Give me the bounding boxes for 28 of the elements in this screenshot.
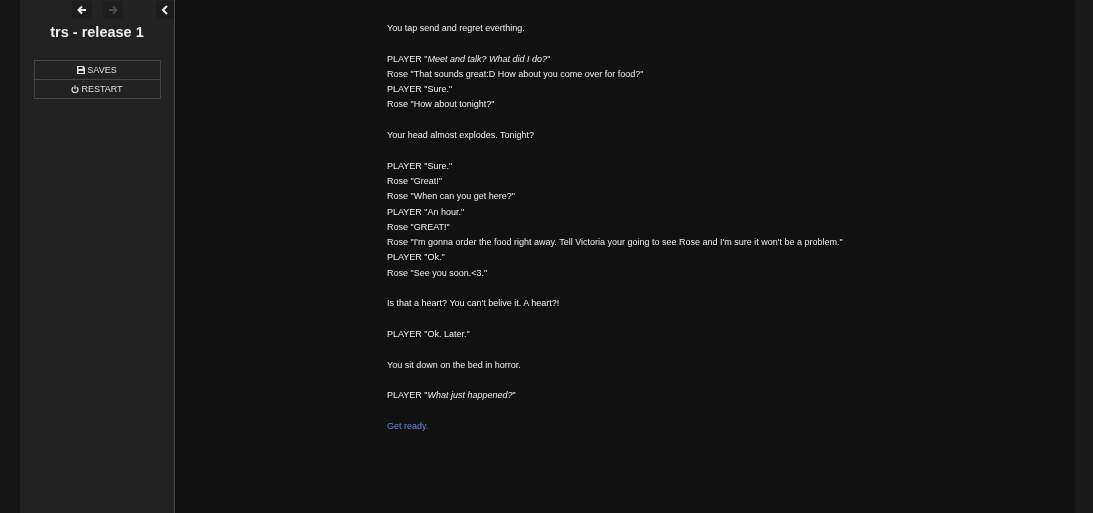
sidebar-toggle-button[interactable] xyxy=(156,1,174,19)
passage-text: Your head almost explodes. Tonight? xyxy=(387,129,536,143)
passage-text: PLAYER "An hour." xyxy=(387,205,466,219)
back-arrow-icon xyxy=(77,5,87,15)
passage-text: Rose "That sounds great:D How about you come over for food?" xyxy=(387,67,645,81)
passage-link[interactable]: Get ready. xyxy=(387,420,429,431)
passage-text: Rose "When can you get here?" xyxy=(387,190,516,204)
power-icon xyxy=(71,85,80,93)
passage-text: Is that a heart? You can't belive it. A heart?! xyxy=(387,297,561,311)
passage-text: PLAYER "Meet and talk? What did I do?" xyxy=(387,52,552,66)
back-button[interactable] xyxy=(72,1,92,19)
passage-text: You tap send and regret everthing. xyxy=(387,22,526,35)
passage-text: PLAYER "What just happened?" xyxy=(387,389,517,403)
passage-text: PLAYER "Ok. Later." xyxy=(387,327,471,341)
story-title: trs - release 1 xyxy=(50,24,144,40)
passage-text: PLAYER "Sure." xyxy=(387,83,454,97)
forward-arrow-icon xyxy=(108,5,118,15)
passage-text: You sit down on the bed in horror. xyxy=(387,358,522,372)
passage-text: Rose "GREAT!" xyxy=(387,220,451,234)
saves-button[interactable]: SAVES xyxy=(33,61,161,80)
chevron-left-icon xyxy=(161,5,169,15)
passage-text: Rose "See you soon.<3." xyxy=(387,266,489,280)
passage-text: Rose "I'm gonna order the food right away. Tell Victoria your going to see Rose and I'm sure it won't be a problem." xyxy=(387,236,844,250)
passage-text: PLAYER "Ok." xyxy=(387,251,446,265)
passage-text: Rose "How about tonight?" xyxy=(387,98,496,112)
passage-text: Rose "Great!" xyxy=(387,174,443,188)
restart-button[interactable]: RESTART xyxy=(33,80,161,99)
passage-text: PLAYER "Sure." xyxy=(387,159,454,173)
